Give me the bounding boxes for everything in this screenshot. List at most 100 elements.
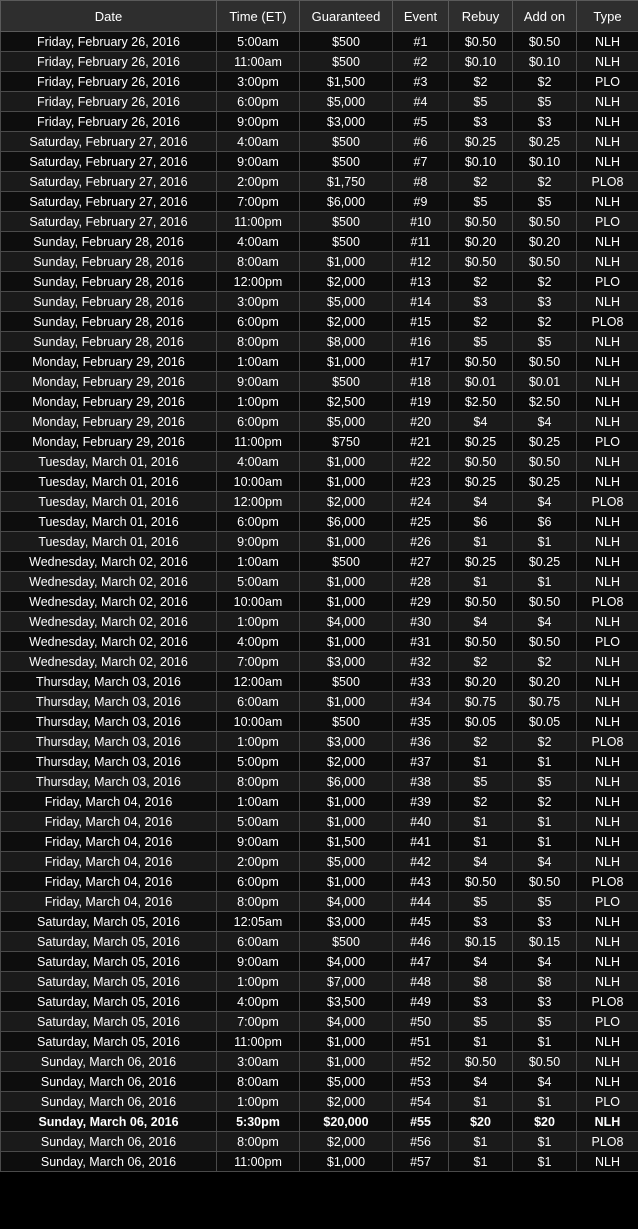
cell-type: NLH	[576, 191, 638, 212]
cell-guaranteed: $1,000	[299, 791, 393, 812]
cell-rebuy: $0.25	[448, 131, 513, 152]
table-row: Wednesday, March 02, 2016 1:00pm $4,000 #30…	[0, 611, 638, 632]
cell-event: #37	[392, 751, 449, 772]
cell-rebuy: $4	[448, 851, 513, 872]
cell-date: Monday, February 29, 2016	[0, 371, 217, 392]
table-row: Monday, February 29, 2016 1:00am $1,000 #17…	[0, 351, 638, 372]
table-row: Friday, March 04, 2016 1:00am $1,000 #39 $2 $…	[0, 791, 638, 812]
cell-guaranteed: $5,000	[299, 411, 393, 432]
cell-add-on: $0.50	[512, 251, 577, 272]
cell-time: 7:00pm	[216, 1011, 300, 1032]
cell-time: 8:00pm	[216, 771, 300, 792]
cell-date: Wednesday, March 02, 2016	[0, 571, 217, 592]
table-row: Thursday, March 03, 2016 6:00am $1,000 #34 $…	[0, 691, 638, 712]
cell-date: Thursday, March 03, 2016	[0, 711, 217, 732]
cell-date: Saturday, March 05, 2016	[0, 931, 217, 952]
cell-time: 12:00pm	[216, 271, 300, 292]
cell-time: 9:00pm	[216, 531, 300, 552]
cell-rebuy: $0.01	[448, 371, 513, 392]
cell-add-on: $0.10	[512, 51, 577, 72]
cell-rebuy: $5	[448, 771, 513, 792]
table-row: Sunday, March 06, 2016 5:30pm $20,000 #55 $2…	[0, 1111, 638, 1132]
cell-time: 9:00am	[216, 151, 300, 172]
cell-date: Sunday, February 28, 2016	[0, 251, 217, 272]
cell-rebuy: $0.50	[448, 871, 513, 892]
cell-add-on: $1	[512, 1151, 577, 1172]
cell-rebuy: $2	[448, 311, 513, 332]
cell-type: NLH	[576, 31, 638, 52]
table-row: Sunday, March 06, 2016 8:00am $5,000 #53 $4 $…	[0, 1071, 638, 1092]
cell-time: 4:00am	[216, 451, 300, 472]
cell-event: #5	[392, 111, 449, 132]
cell-type: NLH	[576, 371, 638, 392]
table-row: Tuesday, March 01, 2016 12:00pm $2,000 #24 $…	[0, 491, 638, 512]
cell-time: 8:00am	[216, 251, 300, 272]
cell-time: 11:00pm	[216, 431, 300, 452]
cell-type: NLH	[576, 651, 638, 672]
table-row: Friday, March 04, 2016 5:00am $1,000 #40 $1 $…	[0, 811, 638, 832]
cell-rebuy: $0.05	[448, 711, 513, 732]
cell-date: Wednesday, March 02, 2016	[0, 611, 217, 632]
cell-guaranteed: $1,000	[299, 631, 393, 652]
cell-type: PLO8	[576, 731, 638, 752]
cell-event: #10	[392, 211, 449, 232]
cell-type: NLH	[576, 671, 638, 692]
cell-type: NLH	[576, 111, 638, 132]
cell-date: Tuesday, March 01, 2016	[0, 471, 217, 492]
cell-add-on: $2	[512, 791, 577, 812]
cell-date: Saturday, February 27, 2016	[0, 191, 217, 212]
cell-guaranteed: $500	[299, 371, 393, 392]
cell-add-on: $0.10	[512, 151, 577, 172]
table-row: Sunday, February 28, 2016 12:00pm $2,000 #1…	[0, 271, 638, 292]
cell-time: 6:00pm	[216, 511, 300, 532]
cell-type: NLH	[576, 131, 638, 152]
cell-add-on: $4	[512, 491, 577, 512]
cell-rebuy: $20	[448, 1111, 513, 1132]
cell-guaranteed: $1,000	[299, 691, 393, 712]
cell-date: Tuesday, March 01, 2016	[0, 531, 217, 552]
cell-time: 1:00pm	[216, 391, 300, 412]
cell-add-on: $0.50	[512, 591, 577, 612]
table-row: Sunday, March 06, 2016 11:00pm $1,000 #57 $1…	[0, 1151, 638, 1172]
cell-event: #14	[392, 291, 449, 312]
cell-date: Wednesday, March 02, 2016	[0, 651, 217, 672]
cell-time: 1:00am	[216, 351, 300, 372]
table-row: Monday, February 29, 2016 11:00pm $750 #21 $…	[0, 431, 638, 452]
cell-rebuy: $0.50	[448, 591, 513, 612]
cell-guaranteed: $500	[299, 211, 393, 232]
cell-add-on: $0.75	[512, 691, 577, 712]
table-row: Wednesday, March 02, 2016 4:00pm $1,000 #31…	[0, 631, 638, 652]
cell-rebuy: $1	[448, 1151, 513, 1172]
cell-add-on: $5	[512, 891, 577, 912]
cell-rebuy: $5	[448, 1011, 513, 1032]
cell-type: PLO	[576, 1091, 638, 1112]
cell-type: NLH	[576, 231, 638, 252]
cell-add-on: $20	[512, 1111, 577, 1132]
cell-time: 11:00am	[216, 51, 300, 72]
cell-event: #48	[392, 971, 449, 992]
table-row: Thursday, March 03, 2016 1:00pm $3,000 #36 $…	[0, 731, 638, 752]
cell-event: #47	[392, 951, 449, 972]
cell-time: 12:05am	[216, 911, 300, 932]
cell-rebuy: $0.75	[448, 691, 513, 712]
cell-date: Wednesday, March 02, 2016	[0, 591, 217, 612]
cell-type: NLH	[576, 331, 638, 352]
cell-guaranteed: $1,500	[299, 71, 393, 92]
cell-type: NLH	[576, 611, 638, 632]
cell-event: #30	[392, 611, 449, 632]
cell-time: 4:00pm	[216, 991, 300, 1012]
cell-time: 9:00am	[216, 951, 300, 972]
cell-event: #49	[392, 991, 449, 1012]
table-row: Friday, February 26, 2016 6:00pm $5,000 #4 $…	[0, 91, 638, 112]
cell-event: #55	[392, 1111, 449, 1132]
table-row: Saturday, March 05, 2016 7:00pm $4,000 #50 $…	[0, 1011, 638, 1032]
cell-rebuy: $4	[448, 611, 513, 632]
cell-type: PLO	[576, 1011, 638, 1032]
cell-rebuy: $6	[448, 511, 513, 532]
cell-event: #35	[392, 711, 449, 732]
cell-event: #26	[392, 531, 449, 552]
cell-type: NLH	[576, 1051, 638, 1072]
cell-add-on: $4	[512, 851, 577, 872]
cell-add-on: $0.50	[512, 631, 577, 652]
cell-time: 3:00am	[216, 1051, 300, 1072]
